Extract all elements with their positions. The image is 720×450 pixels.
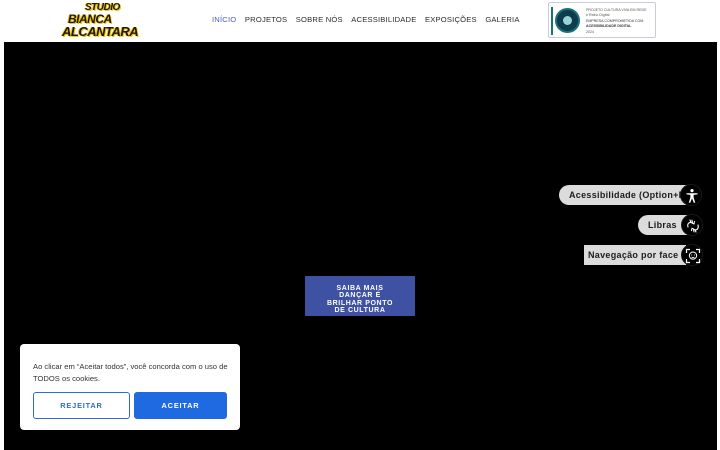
- badge-accent-bar: [551, 7, 553, 35]
- badge-line-4: ACESSIBILIDADE DIGITAL: [586, 24, 632, 28]
- nav-inicio[interactable]: INÍCIO: [212, 15, 236, 25]
- cookie-consent-banner: Ao clicar em “Aceitar todos”, você conco…: [20, 344, 240, 430]
- libras-label: Libras: [648, 220, 677, 230]
- face-navigation-button[interactable]: Navegação por face: [584, 245, 686, 265]
- site-header: STUDIO BIANCA ALCANTARA INÍCIO PROJETOS …: [0, 0, 720, 42]
- nav-projetos[interactable]: PROJETOS: [245, 15, 287, 25]
- nav-galeria[interactable]: GALERIA: [485, 15, 519, 25]
- logo-line-alcantara: ALCANTARA: [62, 24, 139, 39]
- badge-line-2: e Reino Digital: [586, 13, 610, 17]
- face-navigation-label: Navegação por face: [588, 250, 679, 260]
- accessibility-menu-label: Acessibilidade (Option+P): [569, 190, 689, 200]
- cta-line-2: DANÇAR É: [339, 292, 381, 300]
- nav-acessibilidade[interactable]: ACESSIBILIDADE: [351, 15, 416, 25]
- nav-exposicoes[interactable]: EXPOSIÇÕES: [425, 15, 477, 25]
- accept-cookies-button[interactable]: ACEITAR: [134, 392, 227, 419]
- cta-line-1: SAIBA MAIS: [336, 284, 384, 292]
- sign-language-hands-icon[interactable]: [681, 214, 703, 236]
- cookie-message: Ao clicar em “Aceitar todos”, você conco…: [33, 362, 228, 383]
- reject-cookies-button[interactable]: REJEITAR: [33, 392, 130, 419]
- accessibility-menu-button[interactable]: Acessibilidade (Option+P): [559, 185, 694, 205]
- badge-line-1: PROJETO CULTURA VIVA EM REDE: [586, 8, 647, 12]
- nav-sobre-nos[interactable]: SOBRE NÓS: [296, 15, 343, 25]
- cta-line-4: DE CULTURA: [334, 306, 386, 314]
- badge-line-5: 2024: [586, 30, 594, 34]
- cta-line-3: BRILHAR PONTO: [326, 299, 393, 307]
- badge-line-3: EMPRESA COMPROMETIDA COM: [586, 19, 644, 23]
- face-scan-icon[interactable]: [681, 244, 703, 266]
- badge-seal-icon: [555, 8, 580, 33]
- accessibility-person-icon[interactable]: [680, 184, 702, 206]
- saiba-mais-button[interactable]: SAIBA MAIS DANÇAR É BRILHAR PONTO DE CUL…: [305, 276, 415, 316]
- studio-logo[interactable]: STUDIO BIANCA ALCANTARA: [59, 2, 140, 39]
- main-nav: INÍCIO PROJETOS SOBRE NÓS ACESSIBILIDADE…: [212, 15, 528, 25]
- accessibility-commitment-badge[interactable]: PROJETO CULTURA VIVA EM REDE e Reino Dig…: [548, 2, 656, 38]
